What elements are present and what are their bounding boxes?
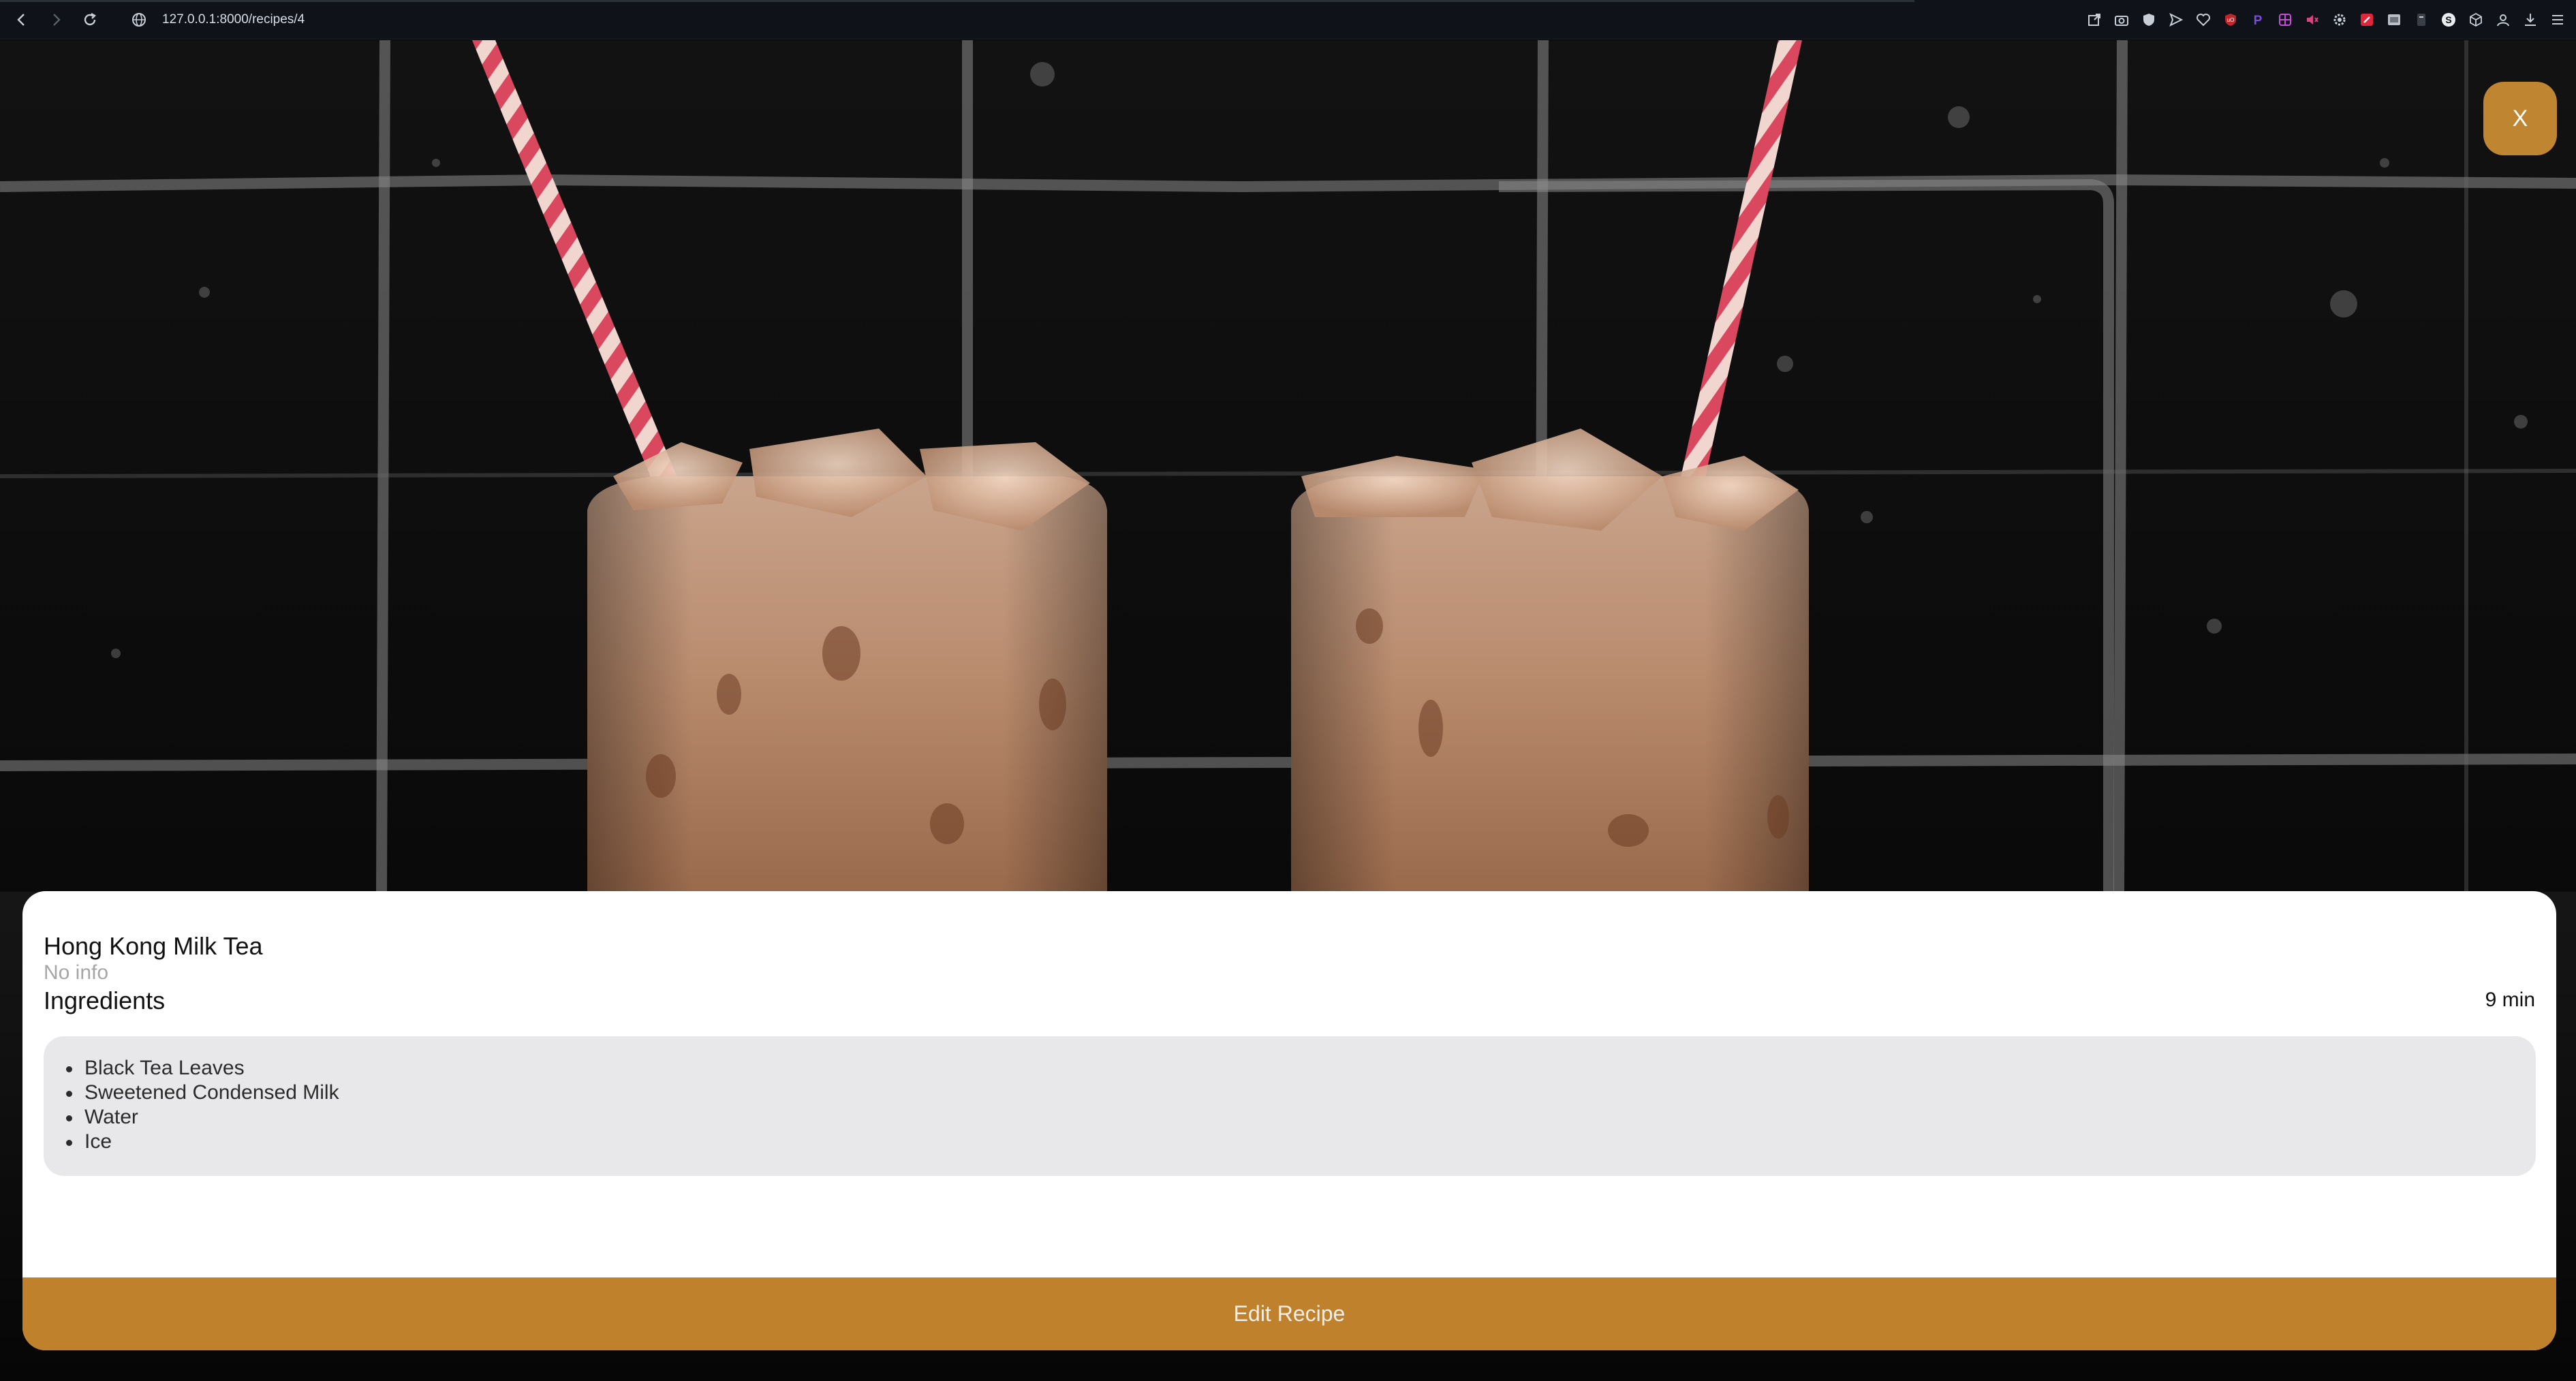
cook-time: 9 min xyxy=(2485,989,2535,1011)
ingredients-panel: Black Tea Leaves Sweetened Condensed Mil… xyxy=(44,1036,2536,1176)
p-extension-icon[interactable]: P xyxy=(2249,11,2267,29)
forward-arrow-icon[interactable] xyxy=(45,9,67,31)
recipe-info: No info xyxy=(44,961,109,984)
tab-strip-line xyxy=(0,0,1914,2)
svg-text:uO: uO xyxy=(2227,17,2235,23)
profile-icon[interactable] xyxy=(2494,11,2512,29)
ingredient-item: Black Tea Leaves xyxy=(65,1056,339,1081)
speaker-icon[interactable] xyxy=(2303,11,2321,29)
ingredients-list: Black Tea Leaves Sweetened Condensed Mil… xyxy=(65,1056,339,1154)
site-info-icon[interactable] xyxy=(129,10,149,29)
recipe-card: Hong Kong Milk Tea No info Ingredients 9… xyxy=(22,891,2556,1350)
red-extension-icon[interactable] xyxy=(2358,11,2376,29)
ingredient-item: Sweetened Condensed Milk xyxy=(65,1081,339,1105)
ingredient-item: Water xyxy=(65,1105,339,1130)
settings-gear-icon[interactable] xyxy=(2331,11,2348,29)
shield-icon[interactable] xyxy=(2140,11,2158,29)
s-extension-icon[interactable]: S xyxy=(2440,11,2457,29)
cube-icon[interactable] xyxy=(2467,11,2485,29)
browser-toolbar: 127.0.0.1:8000/recipes/4 uO P S xyxy=(0,0,2576,40)
svg-text:P: P xyxy=(2254,14,2263,28)
ingredients-heading: Ingredients xyxy=(44,987,166,1014)
grid-extension-icon[interactable] xyxy=(2276,11,2294,29)
address-bar[interactable]: 127.0.0.1:8000/recipes/4 xyxy=(162,10,305,30)
reload-icon[interactable] xyxy=(79,9,101,31)
share-icon[interactable] xyxy=(2085,11,2103,29)
heart-icon[interactable] xyxy=(2194,11,2212,29)
svg-text:S: S xyxy=(2445,14,2451,25)
close-button[interactable]: X xyxy=(2483,82,2557,155)
milk-tea-photo xyxy=(0,40,2576,892)
gray-extension-icon[interactable] xyxy=(2385,11,2403,29)
doc-extension-icon[interactable] xyxy=(2412,11,2430,29)
back-arrow-icon[interactable] xyxy=(11,9,33,31)
send-icon[interactable] xyxy=(2167,11,2185,29)
ingredient-item: Ice xyxy=(65,1130,339,1154)
recipe-hero-image xyxy=(0,40,2576,892)
menu-icon[interactable] xyxy=(2549,11,2566,29)
download-icon[interactable] xyxy=(2521,11,2539,29)
extension-toolbar: uO P S xyxy=(2085,8,2566,31)
ublock-icon[interactable]: uO xyxy=(2222,11,2239,29)
camera-icon[interactable] xyxy=(2113,11,2130,29)
edit-recipe-button[interactable]: Edit Recipe xyxy=(22,1277,2556,1350)
recipe-title: Hong Kong Milk Tea xyxy=(44,932,263,960)
